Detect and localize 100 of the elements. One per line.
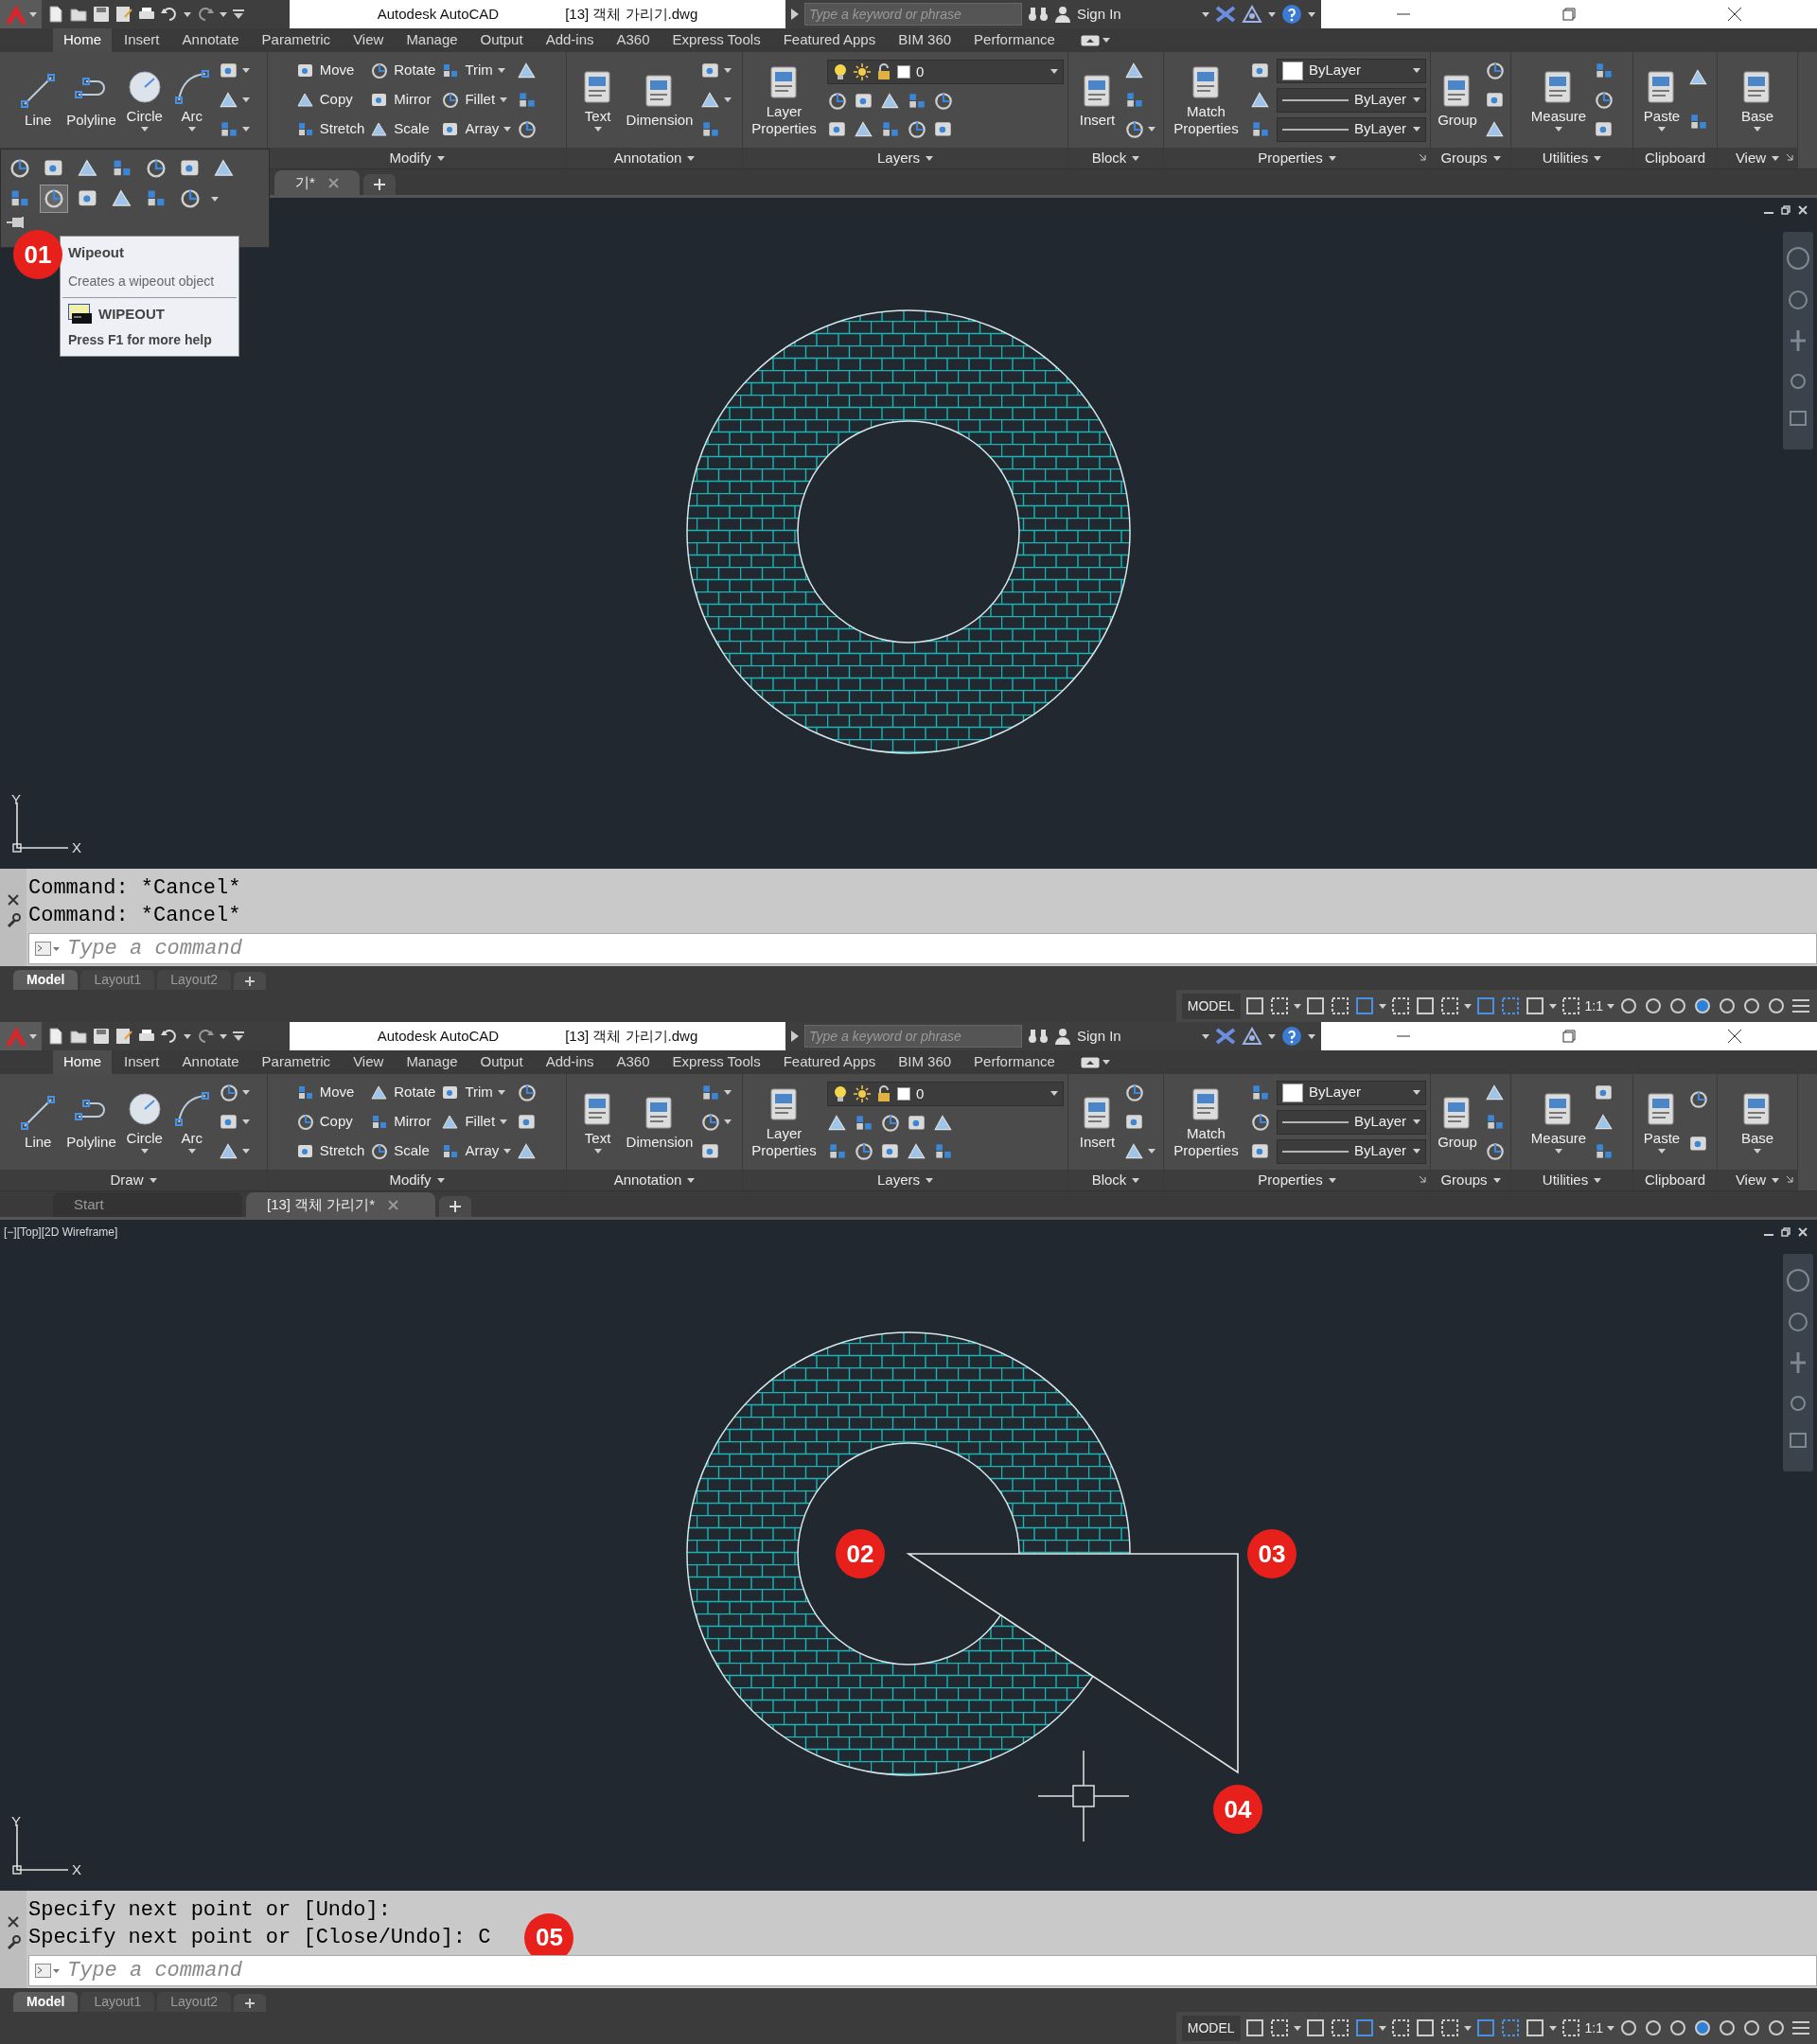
layout-tab[interactable]: Layout2	[157, 970, 232, 990]
wrench-icon[interactable]	[6, 913, 21, 928]
layout-tab[interactable]: Layout2	[157, 1992, 232, 2012]
line-dropdown[interactable]: ByLayer	[1277, 1138, 1426, 1164]
ribbon-tab[interactable]: Performance	[963, 1050, 1066, 1074]
status-toggle-icon[interactable]	[1499, 2018, 1521, 2038]
navigation-bar-drawing[interactable]	[1783, 232, 1813, 449]
status-toggle-icon[interactable]	[1329, 996, 1350, 1016]
tool-button[interactable]: Mirror	[370, 89, 432, 111]
tool-button[interactable]	[1688, 1089, 1709, 1111]
launcher-arrow-icon[interactable]	[1786, 153, 1793, 161]
tool-button[interactable]: Dimension	[624, 1093, 696, 1151]
restore-icon[interactable]	[1781, 1227, 1791, 1237]
tool-button[interactable]: Arc	[170, 68, 213, 132]
panel-title[interactable]: Layers	[743, 148, 1067, 168]
status-tool-icon[interactable]	[1692, 2018, 1713, 2038]
ribbon-tab[interactable]: Insert	[114, 28, 170, 52]
tool-button[interactable]	[517, 118, 538, 140]
panel-title[interactable]: Properties	[1164, 148, 1430, 168]
tool-button[interactable]: Scale	[370, 1140, 430, 1162]
panel-title[interactable]: Layers	[743, 1170, 1067, 1190]
undo-icon[interactable]	[161, 6, 178, 23]
status-tool-icon[interactable]	[1618, 2018, 1639, 2038]
tool-button[interactable]: Insert	[1076, 71, 1119, 129]
tool-button[interactable]	[827, 91, 848, 113]
tool-button[interactable]: Match Properties	[1168, 1085, 1244, 1158]
line-dropdown[interactable]: ByLayer	[1277, 1109, 1426, 1135]
launcher-arrow-icon[interactable]	[1419, 1175, 1426, 1183]
tool-button[interactable]: Stretch	[295, 118, 365, 140]
status-toggle-icon[interactable]	[1474, 2018, 1496, 2038]
tool-button[interactable]: Text	[576, 1090, 619, 1154]
tool-button[interactable]: Measure	[1528, 68, 1589, 132]
panel-title[interactable]: Groups	[1431, 148, 1510, 168]
ribbon-tab[interactable]: Parametric	[251, 1050, 342, 1074]
open-folder-icon[interactable]	[70, 6, 87, 23]
open-folder-icon[interactable]	[70, 1028, 87, 1045]
ribbon-tab[interactable]: Annotate	[171, 28, 250, 52]
panel-title[interactable]: Block	[1068, 1170, 1163, 1190]
tool-button[interactable]: Insert	[1076, 1093, 1119, 1151]
launcher-arrow-icon[interactable]	[1786, 1175, 1793, 1183]
panel-toggle-icon[interactable]	[1080, 34, 1100, 46]
ribbon-tab[interactable]: Add-ins	[535, 28, 605, 52]
tool-button[interactable]: Fillet	[441, 89, 508, 111]
status-tool-icon[interactable]	[1717, 996, 1738, 1016]
tool-button[interactable]: Measure	[1528, 1090, 1589, 1154]
status-toggle-icon[interactable]	[1353, 996, 1375, 1016]
panel-title[interactable]: Modify	[268, 1170, 566, 1190]
status-tool-icon[interactable]	[1766, 996, 1787, 1016]
tool-button[interactable]	[1484, 60, 1506, 81]
status-tool-icon[interactable]	[1717, 2018, 1738, 2038]
tool-button[interactable]: Array	[441, 118, 512, 140]
ribbon-tab[interactable]: Output	[469, 1050, 534, 1074]
ribbon-tab[interactable]: Add-ins	[535, 1050, 605, 1074]
status-tool-icon[interactable]	[1643, 2018, 1664, 2038]
panel-title[interactable]: Utilities	[1511, 148, 1632, 168]
status-toggle-icon[interactable]	[1389, 996, 1411, 1016]
tool-button[interactable]	[933, 91, 954, 113]
line-dropdown[interactable]: ByLayer	[1277, 116, 1426, 142]
menu-icon[interactable]	[1791, 2019, 1811, 2036]
panel-title[interactable]: Clipboard	[1633, 148, 1717, 168]
panel-title[interactable]: Annotation	[567, 148, 742, 168]
panel-title[interactable]: View	[1718, 1170, 1797, 1190]
tool-button[interactable]: Layer Properties	[747, 63, 821, 136]
layout-tab[interactable]: Layout1	[80, 1992, 155, 2012]
status-toggle-icon[interactable]	[1389, 2018, 1411, 2038]
new-layout-button[interactable]	[234, 972, 267, 990]
ribbon-tab[interactable]: BIM 360	[888, 1050, 962, 1074]
tool-button[interactable]	[1484, 1140, 1506, 1162]
expand-arrow-icon[interactable]	[791, 1031, 799, 1042]
status-toggle-icon[interactable]	[1524, 2018, 1545, 2038]
ribbon-tab[interactable]: View	[343, 1050, 395, 1074]
ribbon-tab[interactable]: Manage	[396, 1050, 468, 1074]
sign-in-link[interactable]: Sign In	[1077, 1025, 1121, 1048]
tool-button[interactable]	[1250, 1111, 1271, 1133]
ribbon-tab[interactable]: Express Tools	[662, 1050, 771, 1074]
status-toggle-icon[interactable]	[1414, 996, 1436, 1016]
binoculars-icon[interactable]	[1028, 6, 1049, 23]
tool-button[interactable]: Circle	[123, 1090, 166, 1154]
file-tab[interactable]: 기*	[274, 170, 360, 195]
ribbon-tab[interactable]: Home	[53, 28, 112, 52]
tool-button[interactable]: Polyline	[64, 71, 118, 129]
ribbon-tab[interactable]: Featured Apps	[772, 1050, 887, 1074]
customize-menu-icon[interactable]	[233, 1031, 244, 1041]
tool-button[interactable]: Rotate	[370, 1082, 436, 1103]
tool-button[interactable]	[1594, 89, 1615, 111]
binoculars-icon[interactable]	[1028, 1028, 1049, 1045]
layout-tab[interactable]: Layout1	[80, 970, 155, 990]
help-icon[interactable]	[1281, 4, 1302, 25]
close-icon[interactable]	[8, 1916, 19, 1928]
redo-icon[interactable]	[197, 6, 214, 23]
new-file-icon[interactable]	[47, 6, 64, 23]
new-file-icon[interactable]	[47, 1028, 64, 1045]
status-toggle-icon[interactable]	[1304, 996, 1326, 1016]
x-logo-icon[interactable]	[1215, 1028, 1236, 1045]
panel-title[interactable]: Modify	[268, 148, 566, 168]
tool-button[interactable]: Fillet	[441, 1111, 508, 1133]
tool-button[interactable]: Trim	[441, 60, 505, 81]
status-toggle-icon[interactable]	[1438, 996, 1460, 1016]
close-icon[interactable]	[8, 894, 19, 906]
tool-button[interactable]: Dimension	[624, 71, 696, 129]
